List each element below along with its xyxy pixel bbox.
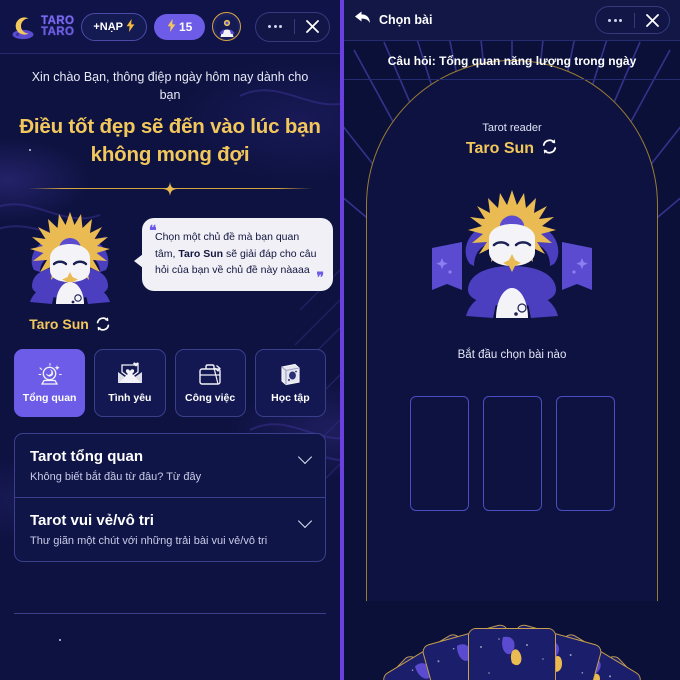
tab-label: Công việc [185,392,236,404]
logo-text: TARO TARO [41,16,74,37]
right-header-bar: Chọn bài [344,0,680,41]
quote-close-icon: ❞ [316,269,324,285]
four-point-star-icon [163,182,177,201]
refresh-icon[interactable] [541,138,558,160]
reader-name-row: Taro Sun [466,138,558,160]
accordion-subtitle: Không biết bắt đầu từ đâu? Từ đây [30,471,202,483]
tab-hoc-tap[interactable]: Học tập [254,349,326,417]
lightning-icon [167,18,176,35]
card-slot[interactable] [409,396,469,511]
crescent-moon-icon [10,13,38,41]
reader-label: Tarot reader [482,122,542,134]
coin-value: 15 [178,19,193,34]
user-avatar-icon [215,15,238,38]
refresh-icon[interactable] [95,316,111,332]
taro-sun-avatar-icon [30,212,110,304]
three-dots-icon[interactable] [256,13,294,41]
topup-label: +NẠP [93,20,123,33]
briefcase-icon [197,362,223,388]
reader-character [422,186,602,331]
card-slot[interactable] [555,396,615,511]
character-row: Taro Sun ❝ Chọn một chủ đề mà bạn quan t… [0,208,340,332]
book-icon [277,362,303,388]
right-panel: Chọn bài Câu hỏi: Tổng quan năng lượng t… [344,0,680,680]
coin-balance-button[interactable]: 15 [153,13,206,40]
right-header-title: Chọn bài [379,13,433,27]
floating-card-right [562,242,592,290]
daily-message-headline: Điều tốt đẹp sẽ đến vào lúc bạn không mo… [19,115,321,166]
accordion-title: Tarot tổng quan [30,448,144,465]
avatar[interactable] [212,12,242,41]
love-letter-icon [116,362,144,388]
topic-accordion: Tarot tổng quan Không biết bắt đầu từ đâ… [14,433,326,562]
accordion-subtitle: Thư giãn một chút với những trải bài vui… [30,535,268,547]
taro-sun-avatar-icon [432,190,592,318]
character-name-row: Taro Sun [29,316,111,332]
app-logo[interactable]: TARO TARO [10,13,74,41]
three-dots-icon[interactable] [596,7,634,33]
floating-card-left [432,242,462,290]
question-text: Câu hỏi: Tổng quan năng lượng trong ngày [344,41,680,80]
category-tabs: Tổng quan Tình yêu Công việc Học tập [14,349,326,417]
card-deck-fan [344,540,680,680]
tab-cong-viec[interactable]: Công việc [174,349,246,417]
card-slot[interactable] [482,396,542,511]
tab-tong-quan[interactable]: Tổng quan [14,349,86,417]
accordion-item-tarot-vui-ve[interactable]: Tarot vui vẻ/vô tri Thư giãn một chút vớ… [15,497,325,561]
speech-bubble: ❝ Chọn một chủ đề mà bạn quan tâm, Taro … [134,218,333,291]
back-arrow-icon [354,10,371,30]
left-header-actions [255,11,330,42]
back-button[interactable]: Chọn bài [354,10,432,30]
tab-tinh-yeu[interactable]: Tình yêu [94,349,166,417]
tab-label: Tình yêu [108,392,152,404]
right-header-actions [595,6,670,34]
left-header-bar: TARO TARO +NẠP 15 [0,0,340,54]
accordion-item-tarot-tong-quan[interactable]: Tarot tổng quan Không biết bắt đầu từ đâ… [15,434,325,497]
quote-open-icon: ❝ [149,222,157,238]
character-name: Taro Sun [29,316,89,332]
tab-label: Học tập [271,392,310,404]
start-instruction: Bắt đầu chọn bài nào [457,349,567,361]
accordion-title: Tarot vui vẻ/vô tri [30,512,154,529]
close-x-icon[interactable] [635,7,669,33]
card-slots [344,396,680,511]
topup-button[interactable]: +NẠP [81,12,147,41]
left-panel: TARO TARO +NẠP 15 Xin chào Bạn, thông đi… [0,0,340,680]
greeting-text: Xin chào Bạn, thông điệp ngày hôm nay dà… [31,70,309,102]
logo-line-2: TARO [41,25,75,38]
tab-label: Tổng quan [22,392,77,404]
taro-sun-character: Taro Sun [0,208,140,332]
reader-name: Taro Sun [465,140,535,157]
bottom-rule [14,613,326,614]
crystal-ball-icon [37,362,63,388]
lightning-icon [126,18,135,35]
logo-line-1: TARO [41,15,75,27]
app-root: TARO TARO +NẠP 15 Xin chào Bạn, thông đi… [0,0,680,680]
gold-divider [28,182,312,196]
deck-card[interactable] [468,628,556,680]
bubble-highlight: Taro Sun [178,247,224,260]
tarot-reader-block: Tarot reader Taro Sun [344,122,680,160]
close-x-icon[interactable] [295,13,329,41]
